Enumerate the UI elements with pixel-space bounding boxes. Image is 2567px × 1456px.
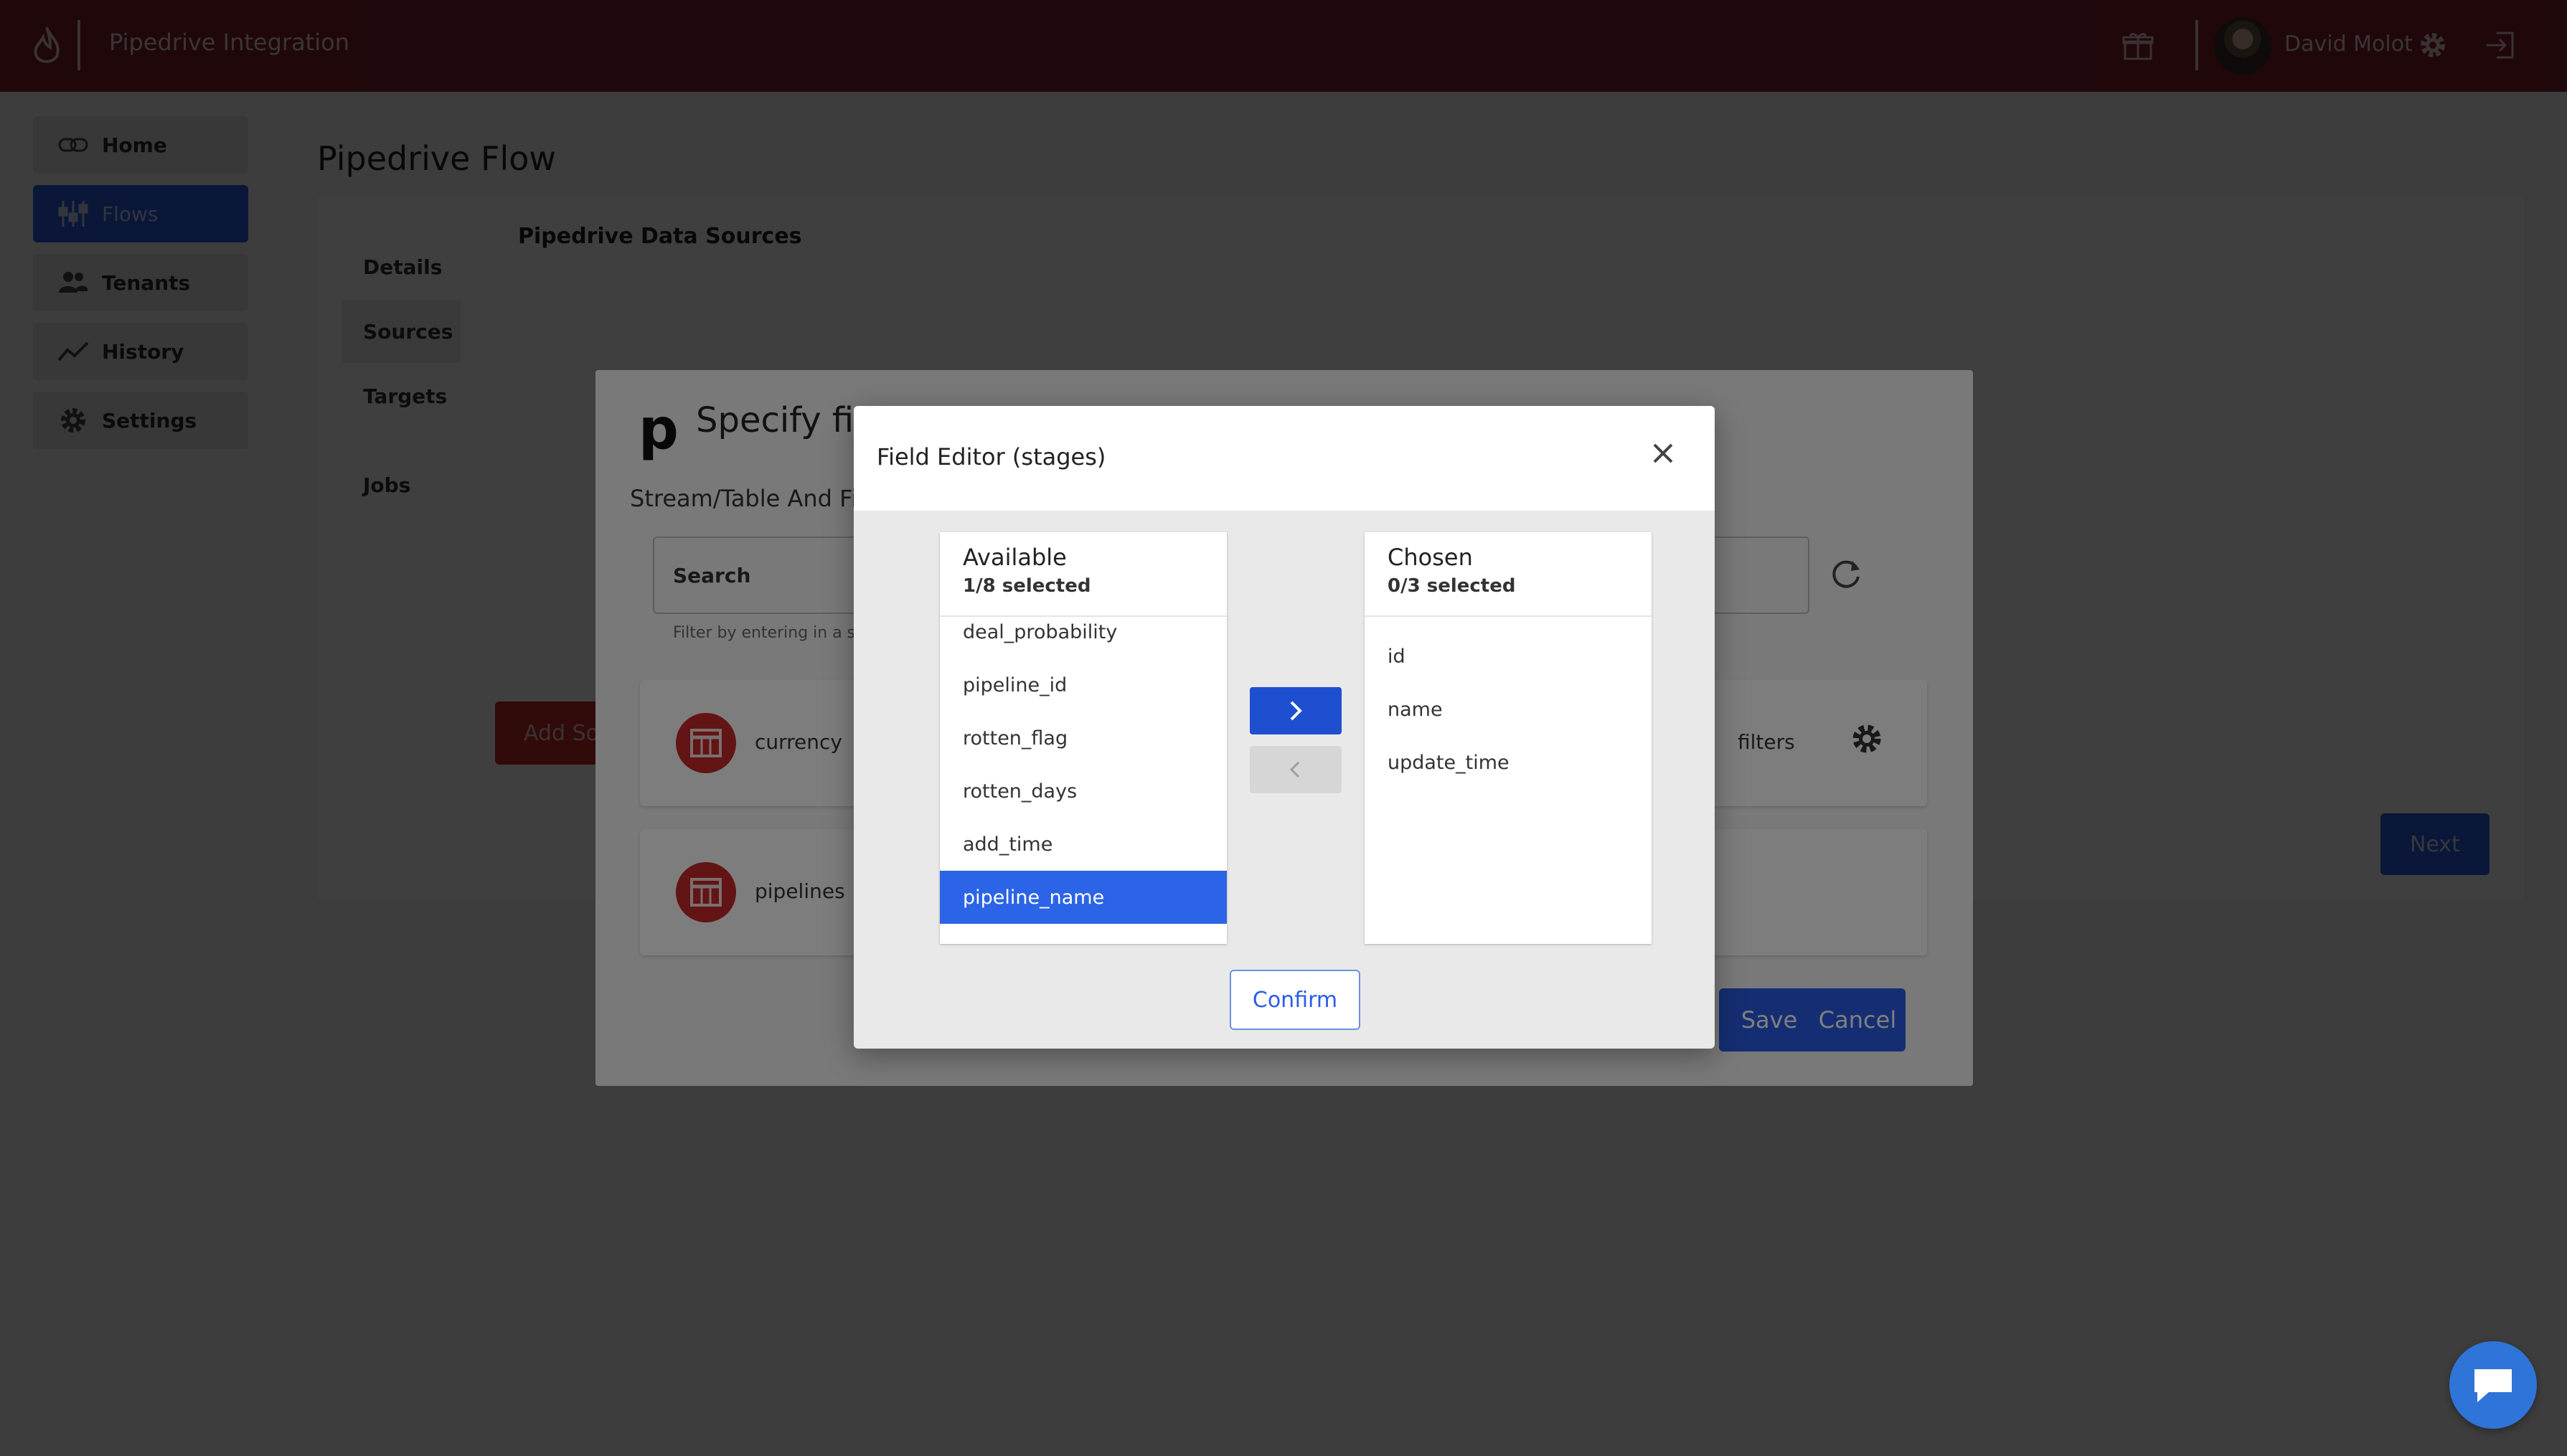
list-header: Chosen 0/3 selected (1365, 532, 1652, 617)
chat-icon (2474, 1369, 2512, 1402)
selection-count: 0/3 selected (1388, 575, 1516, 597)
list-scroll-area[interactable]: deal_probability pipeline_id rotten_flag… (940, 618, 1227, 944)
list-item[interactable]: rotten_days (940, 765, 1227, 818)
chat-launcher-button[interactable] (2449, 1341, 2537, 1429)
list-scroll-area[interactable]: id name update_time (1365, 618, 1652, 944)
list-item[interactable]: add_time (940, 818, 1227, 871)
list-item[interactable]: update_time (1365, 736, 1652, 789)
list-header: Available 1/8 selected (940, 532, 1227, 617)
chosen-list: Chosen 0/3 selected id name update_time (1365, 532, 1652, 944)
close-icon[interactable] (1643, 433, 1683, 473)
list-item[interactable]: name (1365, 683, 1652, 736)
dialog-title: Field Editor (stages) (877, 443, 1106, 471)
available-list: Available 1/8 selected deal_probability … (940, 532, 1227, 944)
list-item[interactable]: id (1365, 630, 1652, 683)
list-title: Available (963, 544, 1067, 571)
list-item[interactable]: rotten_flag (940, 712, 1227, 765)
move-right-button[interactable] (1250, 687, 1342, 734)
list-item-selected[interactable]: pipeline_name (940, 871, 1227, 924)
move-left-button[interactable] (1250, 746, 1342, 793)
list-title: Chosen (1388, 544, 1473, 571)
dialog-header: Field Editor (stages) (854, 406, 1715, 511)
field-editor-dialog: Field Editor (stages) Available 1/8 sele… (854, 406, 1715, 1049)
list-item[interactable]: deal_probability (940, 618, 1227, 658)
list-item[interactable]: pipeline_id (940, 658, 1227, 712)
selection-count: 1/8 selected (963, 575, 1091, 597)
confirm-button[interactable]: Confirm (1230, 970, 1360, 1030)
chevron-left-icon (1289, 761, 1300, 778)
chevron-right-icon (1290, 701, 1302, 721)
